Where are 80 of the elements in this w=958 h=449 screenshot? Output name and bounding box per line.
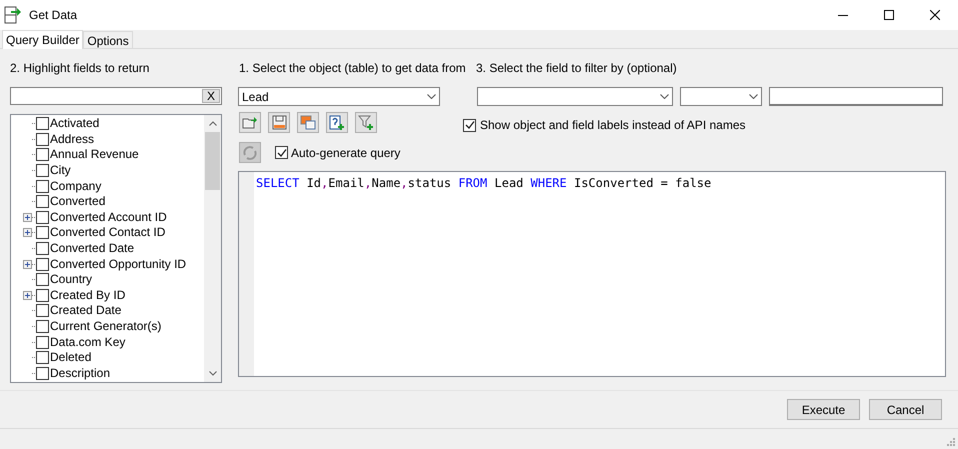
checkbox-label: Show object and field labels instead of API names — [480, 117, 746, 134]
chevron-down-icon — [749, 94, 758, 99]
question-plus-icon — [329, 114, 345, 130]
field-item[interactable]: Current Generator(s) — [50, 319, 162, 334]
open-button[interactable] — [239, 112, 261, 133]
checkbox[interactable] — [463, 118, 476, 132]
refresh-icon — [242, 144, 258, 160]
field-item[interactable]: Annual Revenue — [50, 147, 139, 162]
checkbox[interactable] — [36, 336, 49, 349]
resize-grip-icon[interactable] — [946, 437, 956, 447]
filter-value-field[interactable] — [769, 87, 943, 106]
scroll-thumb[interactable] — [205, 132, 220, 190]
funnel-plus-icon — [358, 114, 374, 130]
section-label: 2. Highlight fields to return — [10, 60, 150, 75]
field-item[interactable]: Converted Account ID — [50, 210, 167, 225]
expand-icon[interactable] — [23, 260, 32, 269]
checkbox[interactable] — [275, 146, 288, 159]
filter-field-dropdown[interactable] — [477, 87, 673, 106]
tab[interactable]: Options — [83, 31, 133, 48]
checkbox[interactable] — [36, 117, 49, 130]
field-item[interactable]: Company — [50, 178, 102, 194]
operator-dropdown[interactable] — [680, 87, 762, 106]
table-button[interactable] — [297, 112, 319, 133]
add-query-button[interactable] — [326, 112, 348, 133]
checkbox[interactable] — [36, 195, 49, 208]
checkbox[interactable] — [36, 242, 49, 256]
tab[interactable]: Query Builder — [2, 30, 84, 49]
checkbox[interactable] — [36, 273, 49, 286]
query-text: SELECT Id,Email,Name,status FROM Lead WHERE IsConverted = false — [255, 175, 712, 192]
query-editor[interactable]: SELECT Id,Email,Name,status FROM Lead WHERE IsConverted = false — [238, 171, 946, 377]
checkbox[interactable] — [36, 258, 49, 271]
expand-icon[interactable] — [23, 228, 32, 238]
field-item[interactable]: Converted Contact ID — [50, 225, 166, 240]
checkbox[interactable] — [36, 132, 49, 146]
table-arrow-icon — [4, 6, 22, 24]
section-label: 1. Select the object (table) to get data from — [239, 60, 467, 75]
add-filter-button[interactable] — [355, 112, 377, 133]
field-item[interactable]: Converted Date — [50, 241, 134, 256]
checkbox[interactable] — [36, 180, 49, 193]
chevron-down-icon — [427, 94, 436, 99]
minimize-icon — [838, 14, 848, 16]
field-item[interactable]: Address — [50, 132, 94, 147]
checkbox[interactable] — [36, 320, 49, 334]
checkbox[interactable] — [36, 366, 49, 380]
field-item[interactable]: Created By ID — [50, 288, 126, 303]
search-field[interactable]: X — [10, 87, 222, 105]
save-button[interactable] — [268, 112, 290, 133]
close-icon — [930, 10, 940, 20]
field-item[interactable]: Created Date — [50, 303, 122, 318]
checkbox[interactable] — [36, 148, 49, 162]
scroll-down-icon[interactable] — [208, 371, 216, 376]
checkbox[interactable] — [36, 304, 49, 318]
dialog-button[interactable]: Cancel — [869, 399, 942, 420]
field-item[interactable]: Converted Opportunity ID — [50, 256, 186, 272]
field-item[interactable]: City — [50, 163, 71, 178]
field-item[interactable]: Converted — [50, 194, 106, 210]
field-item[interactable]: Activated — [50, 116, 100, 132]
folder-icon — [242, 116, 258, 130]
table-icon — [300, 115, 316, 130]
field-item[interactable]: Deleted — [50, 350, 92, 366]
clear-button[interactable]: X — [202, 89, 220, 103]
dialog-button[interactable]: Execute — [787, 399, 860, 420]
checkbox[interactable] — [36, 351, 49, 364]
field-item[interactable]: Description — [50, 366, 110, 381]
field-item[interactable]: Country — [50, 272, 92, 288]
window-title: Get Data — [29, 7, 78, 24]
checkbox[interactable] — [36, 210, 49, 224]
chevron-down-icon — [660, 94, 669, 99]
scrollbar[interactable] — [204, 115, 221, 382]
expand-icon[interactable] — [23, 290, 32, 300]
section-label: 3. Select the field to filter by (optional) — [476, 60, 678, 75]
scroll-up-icon[interactable] — [208, 121, 216, 126]
field-item[interactable]: Data.com Key — [50, 334, 126, 350]
checkbox-label: Auto-generate query — [291, 144, 400, 162]
checkbox[interactable] — [36, 226, 49, 240]
checkbox[interactable] — [36, 164, 49, 178]
checkbox[interactable] — [36, 288, 49, 302]
maximize-icon — [884, 10, 894, 20]
expand-icon[interactable] — [23, 212, 32, 222]
object-dropdown[interactable]: Lead — [238, 87, 440, 106]
